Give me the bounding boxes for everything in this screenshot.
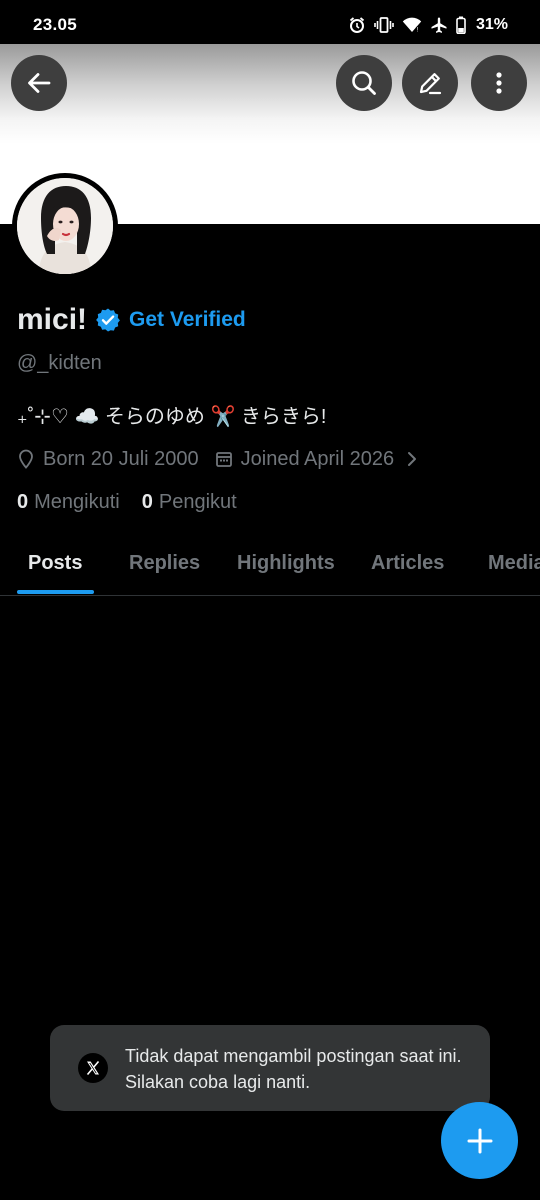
plus-icon xyxy=(467,1128,492,1153)
status-icons: ! 31% xyxy=(348,14,508,36)
avatar-photo xyxy=(17,178,113,274)
vibrate-icon xyxy=(374,17,394,33)
back-button[interactable] xyxy=(11,55,67,111)
x-logo-icon xyxy=(78,1053,108,1083)
search-button[interactable] xyxy=(336,55,392,111)
status-time: 23.05 xyxy=(33,15,78,34)
profile-tabs: Posts Replies Highlights Articles Media xyxy=(0,540,540,596)
birthday-item: Born 20 Juli 2000 xyxy=(17,448,199,471)
toast-message: Tidak dapat mengambil postingan saat ini… xyxy=(125,1046,462,1092)
error-toast: Tidak dapat mengambil postingan saat ini… xyxy=(50,1025,490,1111)
birthday-text: Born 20 Juli 2000 xyxy=(43,447,199,470)
profile-bio: ₊˚⊹♡ ☁️ そらのゆめ ✂️ きらきら! xyxy=(17,406,327,428)
joined-text: Joined April 2026 xyxy=(240,447,395,470)
verified-badge-icon[interactable] xyxy=(95,307,121,333)
more-options-button[interactable] xyxy=(471,55,527,111)
compose-post-button[interactable] xyxy=(441,1102,518,1179)
chevron-right-icon[interactable] xyxy=(406,450,418,468)
edit-profile-button[interactable] xyxy=(402,55,458,111)
profile-avatar[interactable] xyxy=(12,173,118,279)
tab-replies[interactable]: Replies xyxy=(129,552,200,575)
location-pin-icon xyxy=(19,449,33,469)
joined-item: Joined April 2026 xyxy=(215,448,394,471)
tab-media[interactable]: Media xyxy=(488,552,540,575)
alarm-icon xyxy=(349,17,365,33)
wifi-icon: ! xyxy=(402,17,422,33)
avatar-portrait xyxy=(17,178,113,274)
name-row: mici! Get Verified xyxy=(17,300,246,340)
following-link[interactable]: 0 Mengikuti xyxy=(17,491,120,514)
tab-posts[interactable]: Posts xyxy=(28,552,82,575)
calendar-icon xyxy=(215,452,232,467)
profile-meta: Born 20 Juli 2000 Joined April 2026 xyxy=(17,446,418,472)
battery-percent: 31% xyxy=(475,16,508,33)
battery-icon xyxy=(456,16,466,34)
get-verified-link[interactable]: Get Verified xyxy=(129,308,246,332)
active-tab-indicator xyxy=(17,590,94,594)
user-handle: @_kidten xyxy=(17,352,102,374)
follow-stats: 0 Mengikuti 0 Pengikut xyxy=(17,489,237,515)
search-icon xyxy=(352,71,376,95)
followers-count: 0 xyxy=(141,490,153,513)
followers-label: Pengikut xyxy=(158,490,237,513)
status-bar: 23.05 ! 31% xyxy=(0,0,540,44)
pencil-icon xyxy=(419,73,442,95)
more-vertical-icon xyxy=(496,72,502,94)
display-name: mici! xyxy=(17,303,88,336)
airplane-icon xyxy=(431,17,447,33)
tab-articles[interactable]: Articles xyxy=(371,552,444,575)
following-label: Mengikuti xyxy=(34,490,120,513)
followers-link[interactable]: 0 Pengikut xyxy=(142,491,237,514)
arrow-left-icon xyxy=(28,73,51,93)
tab-highlights[interactable]: Highlights xyxy=(237,552,335,575)
following-count: 0 xyxy=(17,490,29,513)
